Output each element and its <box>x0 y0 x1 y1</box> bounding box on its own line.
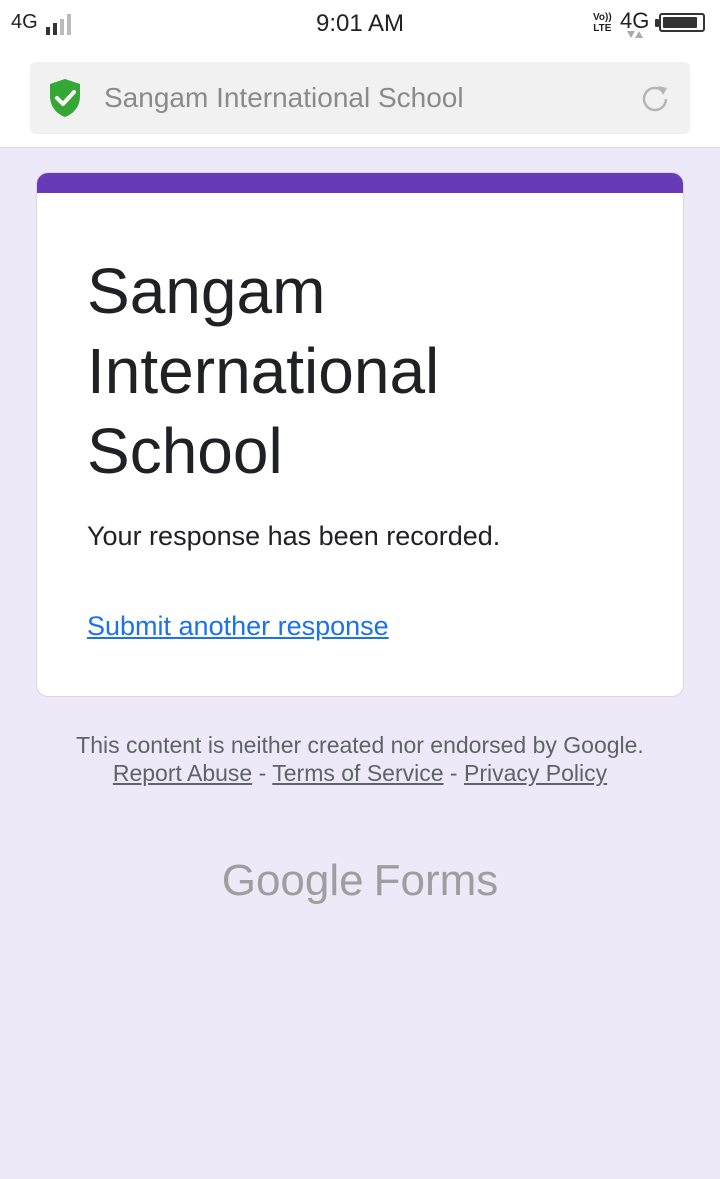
clock: 9:01 AM <box>315 10 405 37</box>
response-card: Sangam International School Your respons… <box>36 172 684 697</box>
brand-forms: Forms <box>373 856 499 905</box>
address-bar[interactable]: Sangam International School <box>30 62 690 134</box>
brand-google: Google <box>221 856 364 905</box>
volte-top-label: Vo)) <box>593 12 612 23</box>
disclaimer-text: This content is neither created nor endo… <box>76 732 644 758</box>
volte-icon: Vo)) LTE <box>593 12 612 34</box>
disclaimer: This content is neither created nor endo… <box>60 731 660 787</box>
card-accent-bar <box>37 173 683 193</box>
separator: - <box>449 760 458 786</box>
data-activity-icon <box>627 31 643 38</box>
browser-toolbar: Sangam International School <box>0 50 720 148</box>
address-text[interactable]: Sangam International School <box>104 82 464 114</box>
terms-link[interactable]: Terms of Service <box>272 760 443 786</box>
form-title: Sangam International School <box>87 255 440 487</box>
volte-bottom-label: LTE <box>593 23 612 34</box>
shield-check-icon <box>50 79 80 117</box>
google-forms-logo[interactable]: Google Forms <box>0 856 720 906</box>
report-abuse-link[interactable]: Report Abuse <box>113 760 252 786</box>
reload-icon[interactable] <box>638 82 672 116</box>
submit-another-link[interactable]: Submit another response <box>87 611 389 642</box>
confirmation-message: Your response has been recorded. <box>87 521 501 551</box>
separator: - <box>258 760 267 786</box>
battery-icon <box>659 13 705 32</box>
status-bar: 4G 9:01 AM Vo)) LTE 4G <box>0 0 720 50</box>
battery-level <box>663 17 697 28</box>
privacy-link[interactable]: Privacy Policy <box>464 760 607 786</box>
